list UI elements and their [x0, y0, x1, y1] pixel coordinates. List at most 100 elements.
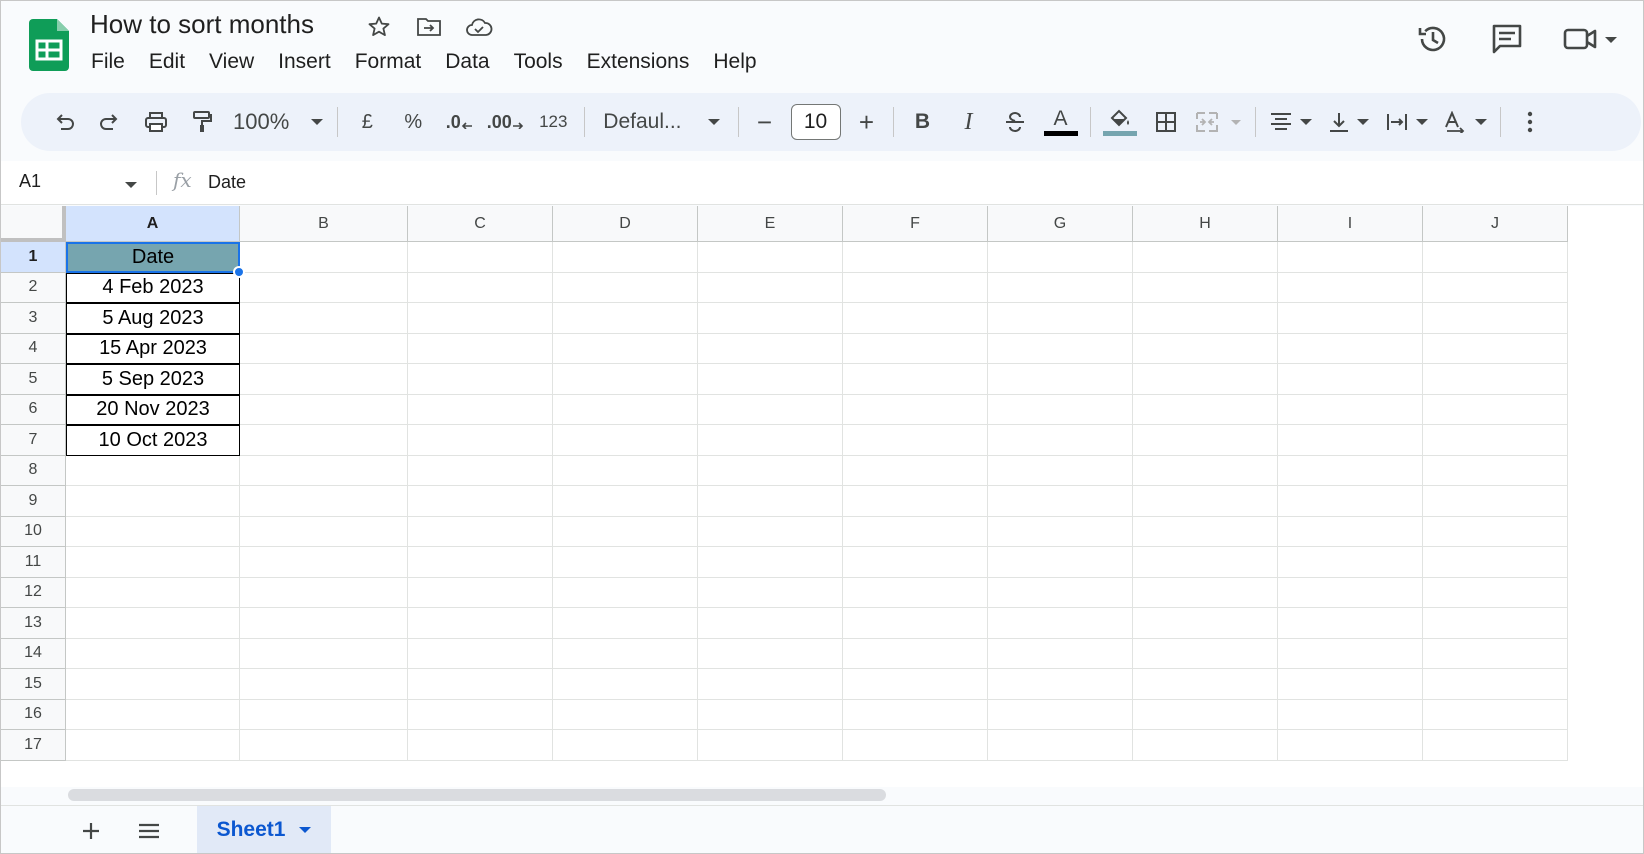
cell-b5[interactable] — [240, 364, 408, 395]
menu-tools[interactable]: Tools — [502, 47, 575, 79]
cell-d9[interactable] — [553, 486, 698, 517]
cell-d10[interactable] — [553, 516, 698, 547]
cell-d11[interactable] — [553, 547, 698, 578]
cell-g2[interactable] — [988, 272, 1133, 303]
cell-g16[interactable] — [988, 699, 1133, 730]
font-size-input[interactable]: 10 — [790, 104, 841, 140]
cell-b6[interactable] — [240, 394, 408, 425]
redo-icon[interactable] — [87, 102, 133, 142]
row-header-1[interactable]: 1 — [1, 242, 66, 273]
cell-h12[interactable] — [1133, 577, 1278, 608]
column-header-g[interactable]: G — [988, 206, 1133, 242]
text-color-button[interactable]: A — [1038, 102, 1084, 142]
column-header-f[interactable]: F — [843, 206, 988, 242]
column-header-d[interactable]: D — [553, 206, 698, 242]
cell-g15[interactable] — [988, 669, 1133, 700]
cell-j14[interactable] — [1423, 638, 1568, 669]
cell-h9[interactable] — [1133, 486, 1278, 517]
cell-i5[interactable] — [1278, 364, 1423, 395]
cell-a2[interactable]: 4 Feb 2023 — [66, 272, 240, 303]
cell-j3[interactable] — [1423, 303, 1568, 334]
chevron-down-icon[interactable] — [125, 182, 137, 188]
cell-f9[interactable] — [843, 486, 988, 517]
cell-d5[interactable] — [553, 364, 698, 395]
move-to-folder-icon[interactable] — [411, 13, 447, 41]
star-icon[interactable] — [361, 13, 397, 41]
format-currency-button[interactable]: £ — [344, 102, 390, 142]
cell-f15[interactable] — [843, 669, 988, 700]
cell-c5[interactable] — [408, 364, 553, 395]
cell-i7[interactable] — [1278, 425, 1423, 456]
cell-g6[interactable] — [988, 394, 1133, 425]
cell-j11[interactable] — [1423, 547, 1568, 578]
cell-a8[interactable] — [66, 455, 240, 486]
cell-c2[interactable] — [408, 272, 553, 303]
row-header-7[interactable]: 7 — [1, 425, 66, 456]
cell-e8[interactable] — [698, 455, 843, 486]
column-header-a[interactable]: A — [66, 206, 240, 242]
cell-g11[interactable] — [988, 547, 1133, 578]
cell-b13[interactable] — [240, 608, 408, 639]
sheet-tab-sheet1[interactable]: Sheet1 — [197, 806, 331, 853]
more-options-icon[interactable] — [1507, 102, 1553, 142]
cell-h3[interactable] — [1133, 303, 1278, 334]
cell-d16[interactable] — [553, 699, 698, 730]
cell-d7[interactable] — [553, 425, 698, 456]
cell-h2[interactable] — [1133, 272, 1278, 303]
column-header-e[interactable]: E — [698, 206, 843, 242]
cell-e12[interactable] — [698, 577, 843, 608]
bold-button[interactable]: B — [900, 102, 946, 142]
cell-a9[interactable] — [66, 486, 240, 517]
cell-g8[interactable] — [988, 455, 1133, 486]
cell-f14[interactable] — [843, 638, 988, 669]
cell-c10[interactable] — [408, 516, 553, 547]
decrease-decimal-button[interactable]: .0 — [436, 102, 482, 142]
cell-b16[interactable] — [240, 699, 408, 730]
row-header-8[interactable]: 8 — [1, 455, 66, 486]
cell-f5[interactable] — [843, 364, 988, 395]
name-box[interactable]: A1 — [19, 171, 41, 192]
cell-e6[interactable] — [698, 394, 843, 425]
cell-g5[interactable] — [988, 364, 1133, 395]
cell-h13[interactable] — [1133, 608, 1278, 639]
cell-e3[interactable] — [698, 303, 843, 334]
cell-a7[interactable]: 10 Oct 2023 — [66, 425, 240, 456]
cell-b11[interactable] — [240, 547, 408, 578]
cell-b3[interactable] — [240, 303, 408, 334]
increase-font-size-button[interactable]: + — [847, 102, 887, 142]
cell-f2[interactable] — [843, 272, 988, 303]
cell-j5[interactable] — [1423, 364, 1568, 395]
cell-c15[interactable] — [408, 669, 553, 700]
cell-f1[interactable] — [843, 242, 988, 273]
cell-j10[interactable] — [1423, 516, 1568, 547]
more-formats-button[interactable]: 123 — [528, 102, 578, 142]
select-all-corner[interactable] — [1, 206, 66, 242]
cell-f3[interactable] — [843, 303, 988, 334]
cell-e1[interactable] — [698, 242, 843, 273]
cell-g9[interactable] — [988, 486, 1133, 517]
cell-j2[interactable] — [1423, 272, 1568, 303]
cell-f4[interactable] — [843, 333, 988, 364]
row-header-6[interactable]: 6 — [1, 394, 66, 425]
cell-i13[interactable] — [1278, 608, 1423, 639]
cell-e10[interactable] — [698, 516, 843, 547]
menu-file[interactable]: File — [79, 47, 137, 79]
cell-c16[interactable] — [408, 699, 553, 730]
row-header-9[interactable]: 9 — [1, 486, 66, 517]
cell-a6[interactable]: 20 Nov 2023 — [66, 394, 240, 425]
cell-g3[interactable] — [988, 303, 1133, 334]
cell-c3[interactable] — [408, 303, 553, 334]
cell-e5[interactable] — [698, 364, 843, 395]
cell-d4[interactable] — [553, 333, 698, 364]
menu-view[interactable]: View — [197, 47, 266, 79]
cell-c13[interactable] — [408, 608, 553, 639]
cell-i17[interactable] — [1278, 730, 1423, 761]
cell-j17[interactable] — [1423, 730, 1568, 761]
cell-a13[interactable] — [66, 608, 240, 639]
cell-d13[interactable] — [553, 608, 698, 639]
cell-h4[interactable] — [1133, 333, 1278, 364]
cell-h1[interactable] — [1133, 242, 1278, 273]
cell-c8[interactable] — [408, 455, 553, 486]
italic-button[interactable]: I — [946, 102, 992, 142]
column-header-j[interactable]: J — [1423, 206, 1568, 242]
